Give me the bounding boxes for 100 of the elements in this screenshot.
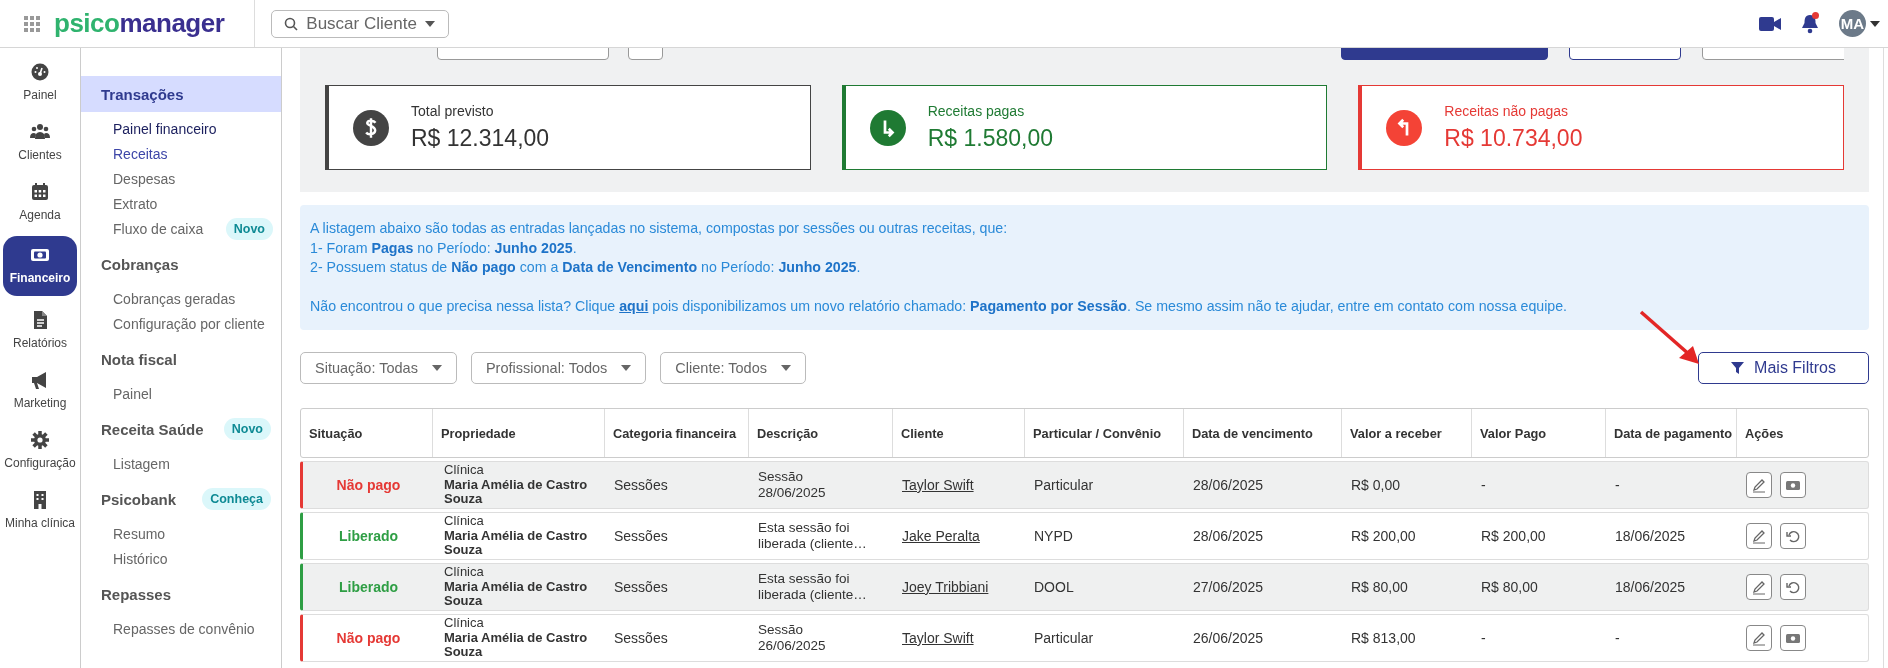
menu-section[interactable]: Repasses	[81, 576, 281, 612]
table-cell-text: Esta sessão foi liberada (cliente…	[758, 571, 868, 603]
more-filters-button[interactable]: Mais Filtros	[1698, 352, 1869, 384]
report-link[interactable]: aqui	[619, 297, 649, 314]
menu-item[interactable]: Receitas	[113, 145, 168, 162]
card-label: Receitas pagas	[927, 103, 1026, 119]
user-avatar[interactable]: MA	[1839, 10, 1866, 37]
nav-item[interactable]: Marketing	[3, 364, 77, 416]
undo-button[interactable]	[1780, 523, 1806, 549]
column-header: Ações	[1736, 409, 1868, 457]
nav-item[interactable]: Financeiro	[3, 236, 77, 296]
status-cell-text: Não pago	[335, 629, 402, 648]
column-header: Data de pagamento	[1605, 409, 1736, 457]
dashboard-icon	[30, 62, 50, 82]
menu-item[interactable]: Resumo	[113, 525, 166, 542]
nav-item[interactable]: Painel	[3, 56, 77, 108]
table-cell-text: Particular	[1033, 476, 1095, 495]
caret-icon[interactable]	[1870, 20, 1880, 27]
caret-icon	[781, 365, 791, 371]
menu-item[interactable]: Listagem	[113, 455, 170, 472]
edit-button[interactable]	[1746, 472, 1772, 498]
table-row[interactable]: Não pago Clínica Maria Amélia de Castro Souza Sessões Sessão 28/06/2025 Taylor Swift Particular 28/06/2025 R$ 0,00 - -	[300, 461, 1869, 509]
calendar-icon	[30, 182, 50, 202]
menu-item[interactable]: Cobranças geradas	[113, 290, 236, 307]
menu-item[interactable]: Repasses de convênio	[113, 620, 255, 637]
apps-grid-icon[interactable]	[24, 15, 40, 32]
client-link[interactable]: Taylor Swift	[902, 630, 974, 646]
filter-dropdown[interactable]: Situação: Todas	[300, 352, 457, 384]
table-cell-text: R$ 813,00	[1350, 629, 1417, 648]
edit-icon	[1751, 630, 1767, 646]
filter-dropdown[interactable]: Cliente: Todos	[660, 352, 806, 384]
card-label: Total previsto	[411, 103, 495, 119]
table-cell-text: Sessão 26/06/2025	[758, 622, 827, 654]
app-logo[interactable]: psicomanager	[54, 8, 225, 39]
menu-section[interactable]: Nota fiscal	[81, 341, 281, 377]
table-cell-text: Esta sessão foi liberada (cliente…	[758, 520, 868, 552]
edit-button[interactable]	[1746, 523, 1772, 549]
table-cell-text: Sessões	[613, 629, 669, 648]
menu-item[interactable]: Histórico	[113, 550, 168, 567]
property-type: Clínica	[444, 565, 485, 580]
client-link[interactable]: Jake Peralta	[902, 528, 980, 544]
table-row[interactable]: Liberado Clínica Maria Amélia de Castro Souza Sessões Esta sessão foi liberada (cliente… Jake Peralta NYPD 28/06/2025 R$ 200,00 R$ 200,00 18/06/2025	[300, 512, 1869, 560]
nav-item[interactable]: Minha clínica	[3, 484, 77, 536]
bell-icon[interactable]	[1801, 13, 1819, 34]
undo-icon	[1785, 528, 1801, 544]
dollar-icon	[353, 109, 389, 146]
nav-item[interactable]: Agenda	[3, 176, 77, 228]
table-cell-text: 18/06/2025	[1614, 527, 1687, 546]
property-name: Maria Amélia de Castro Souza	[444, 579, 589, 609]
edit-button[interactable]	[1746, 625, 1772, 651]
table-cell-text: R$ 80,00	[1350, 578, 1409, 597]
arrow-up-icon	[1386, 109, 1423, 146]
menu-item[interactable]: Painel financeiro	[113, 120, 217, 137]
client-link[interactable]: Joey Tribbiani	[902, 579, 989, 595]
info-text: Não encontrou o que precisa nessa lista? Clique aqui pois disponibilizamos um novo relatório chamado: Pagamento por Sessão. Se mesmo assim não te ajudar, entre em contato com nossa equipe.	[310, 296, 1569, 316]
property-type: Clínica	[444, 514, 485, 529]
undo-button[interactable]	[1780, 574, 1806, 600]
menu-item[interactable]: Extrato	[113, 195, 158, 212]
property-name: Maria Amélia de Castro Souza	[444, 477, 589, 507]
arrow-down-icon	[869, 109, 906, 146]
property-name: Maria Amélia de Castro Souza	[444, 528, 589, 558]
table-cell-text: Sessões	[613, 578, 669, 597]
table-row[interactable]: Não pago Clínica Maria Amélia de Castro Souza Sessões Sessão 26/06/2025 Taylor Swift Particular 26/06/2025 R$ 813,00 - -	[300, 614, 1869, 662]
edit-icon	[1751, 528, 1767, 544]
table-cell-text: Sessão 28/06/2025	[758, 469, 827, 501]
table-cell-text: R$ 200,00	[1350, 527, 1417, 546]
new-badge: Conheça	[202, 488, 271, 510]
edit-icon	[1751, 477, 1767, 493]
status-cell-text: Liberado	[337, 527, 400, 546]
pay-button[interactable]	[1780, 472, 1806, 498]
table-cell-text: 28/06/2025	[1192, 476, 1265, 495]
client-link[interactable]: Taylor Swift	[902, 477, 974, 493]
edit-button[interactable]	[1746, 574, 1772, 600]
table-cell-text: R$ 200,00	[1480, 527, 1547, 546]
nav-item[interactable]: Clientes	[3, 116, 77, 168]
info-text: 2- Possuem status de Não pago com a Data de Vencimento no Período: Junho 2025.	[310, 258, 862, 277]
video-camera-icon[interactable]	[1759, 15, 1781, 32]
nav-item[interactable]: Configuração	[3, 424, 77, 476]
info-text: A listagem abaixo são todas as entradas lançadas no sistema, compostas por sessões ou outras receitas, que:	[310, 219, 1009, 238]
table-row[interactable]: Liberado Clínica Maria Amélia de Castro Souza Sessões Esta sessão foi liberada (cliente… Joey Tribbiani DOOL 27/06/2025 R$ 80,00 R$ 80,00 18/06/2025	[300, 563, 1869, 611]
table-cell-text: DOOL	[1033, 578, 1075, 597]
menu-section[interactable]: Transações	[81, 76, 281, 112]
menu-item[interactable]: Configuração por cliente	[113, 315, 265, 332]
table-cell-text: 28/06/2025	[1192, 527, 1265, 546]
search-client-button[interactable]: Buscar Cliente	[271, 9, 450, 38]
menu-section[interactable]: Cobranças	[81, 246, 281, 282]
new-badge: Novo	[225, 217, 273, 240]
pay-button[interactable]	[1780, 625, 1806, 651]
column-header: Descrição	[748, 409, 892, 457]
settings-icon	[30, 430, 50, 450]
menu-item[interactable]: Painel	[113, 385, 152, 402]
menu-section[interactable]: Receita Saúde Novo	[81, 411, 281, 447]
nav-item[interactable]: Relatórios	[3, 304, 77, 356]
card-value: R$ 10.734,00	[1444, 125, 1583, 152]
column-header: Data de vencimento	[1183, 409, 1341, 457]
filter-dropdown[interactable]: Profissional: Todos	[470, 352, 647, 384]
menu-item[interactable]: Despesas	[113, 170, 176, 187]
menu-item[interactable]: Fluxo de caixa	[113, 220, 204, 237]
menu-section[interactable]: Psicobank Conheça	[81, 481, 281, 517]
table-cell-text: -	[1480, 476, 1487, 495]
